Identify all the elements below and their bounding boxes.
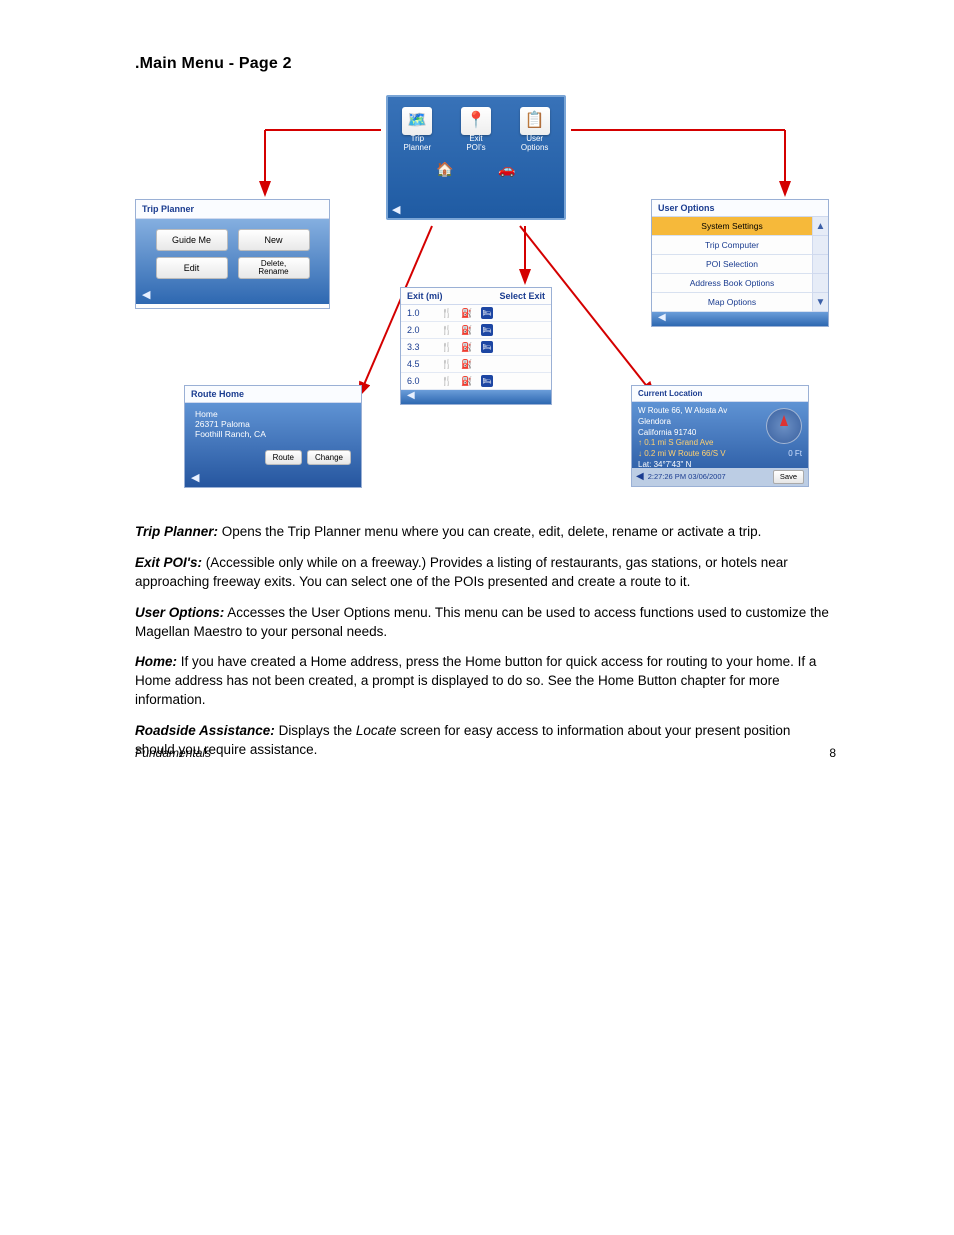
new-button[interactable]: New bbox=[238, 229, 310, 251]
trip-planner-title: Trip Planner bbox=[136, 200, 329, 219]
back-icon[interactable]: ◀ bbox=[191, 471, 199, 484]
home-name: Home bbox=[195, 409, 351, 419]
user-options-screenshot: User Options System Settings▲ Trip Compu… bbox=[651, 199, 829, 327]
user-options-icon[interactable]: 📋 User Options bbox=[520, 107, 550, 153]
label: User Options bbox=[521, 135, 549, 153]
back-icon[interactable]: ◀ bbox=[658, 312, 666, 323]
trip-planner-icon[interactable]: 🗺️ Trip Planner bbox=[402, 107, 432, 153]
current-location-screenshot: Current Location W Route 66, W Alosta Av… bbox=[631, 385, 809, 487]
exit-row[interactable]: 6.0🍴⛽🛏 bbox=[401, 373, 551, 390]
route-home-screenshot: Route Home Home 26371 Paloma Foothill Ra… bbox=[184, 385, 362, 488]
scroll-down-icon[interactable]: ▼ bbox=[812, 293, 828, 312]
back-icon[interactable]: ◀ bbox=[636, 470, 644, 484]
term-home: Home: bbox=[135, 654, 177, 669]
exit-row[interactable]: 3.3🍴⛽🛏 bbox=[401, 339, 551, 356]
option-map-options[interactable]: Map Options bbox=[652, 293, 812, 312]
home-addr1: 26371 Paloma bbox=[195, 419, 351, 429]
page-title: .Main Menu - Page 2 bbox=[135, 55, 829, 73]
main-menu-screenshot: 🗺️ Trip Planner 📍 Exit POI's 📋 User Opti… bbox=[386, 95, 566, 220]
locate-word: Locate bbox=[356, 723, 397, 738]
roadside-icon[interactable]: 🚗 bbox=[493, 159, 521, 181]
exit-col2: Select Exit bbox=[499, 291, 545, 301]
exit-row[interactable]: 1.0🍴⛽🛏 bbox=[401, 305, 551, 322]
footer-section: Fundamentals bbox=[135, 746, 211, 760]
save-button[interactable]: Save bbox=[773, 470, 804, 484]
exit-pois-icon[interactable]: 📍 Exit POI's bbox=[461, 107, 491, 153]
exit-col1: Exit (mi) bbox=[407, 291, 443, 301]
delete-rename-button[interactable]: Delete, Rename bbox=[238, 257, 310, 279]
option-system-settings[interactable]: System Settings bbox=[652, 217, 812, 236]
exit-poi-screenshot: Exit (mi) Select Exit 1.0🍴⛽🛏 2.0🍴⛽🛏 3.3🍴… bbox=[400, 287, 552, 405]
route-home-title: Route Home bbox=[185, 386, 361, 403]
exit-row[interactable]: 4.5🍴⛽ bbox=[401, 356, 551, 373]
option-trip-computer[interactable]: Trip Computer bbox=[652, 236, 812, 255]
edit-button[interactable]: Edit bbox=[156, 257, 228, 279]
option-address-book[interactable]: Address Book Options bbox=[652, 274, 812, 293]
loc-near2: ↓ 0.2 mi W Route 66/S V bbox=[638, 449, 726, 460]
home-icon[interactable]: 🏠 bbox=[431, 159, 459, 181]
term-roadside: Roadside Assistance: bbox=[135, 723, 275, 738]
footer-page-number: 8 bbox=[829, 746, 836, 760]
term-trip-planner: Trip Planner: bbox=[135, 524, 218, 539]
option-poi-selection[interactable]: POI Selection bbox=[652, 255, 812, 274]
elevation: 0 Ft bbox=[788, 449, 802, 460]
term-user-options: User Options: bbox=[135, 605, 224, 620]
trip-planner-screenshot: Trip Planner Guide Me New Edit Delete, R… bbox=[135, 199, 330, 309]
user-options-title: User Options bbox=[652, 200, 828, 217]
route-button[interactable]: Route bbox=[265, 450, 302, 465]
page-footer: Fundamentals 8 bbox=[135, 746, 836, 760]
description-text: Trip Planner: Opens the Trip Planner men… bbox=[135, 523, 829, 760]
back-icon[interactable]: ◀ bbox=[407, 390, 415, 401]
exit-row[interactable]: 2.0🍴⛽🛏 bbox=[401, 322, 551, 339]
home-addr2: Foothill Ranch, CA bbox=[195, 429, 351, 439]
label: Trip Planner bbox=[404, 135, 432, 153]
guide-me-button[interactable]: Guide Me bbox=[156, 229, 228, 251]
current-location-title: Current Location bbox=[632, 386, 808, 402]
timestamp: 2:27:26 PM 03/06/2007 bbox=[648, 472, 726, 482]
label: Exit POI's bbox=[466, 135, 485, 153]
term-exit-pois: Exit POI's: bbox=[135, 555, 202, 570]
diagram-area: 🗺️ Trip Planner 📍 Exit POI's 📋 User Opti… bbox=[135, 95, 829, 495]
scroll-up-icon[interactable]: ▲ bbox=[812, 217, 828, 236]
back-icon[interactable]: ◀ bbox=[392, 203, 400, 216]
back-icon[interactable]: ◀ bbox=[142, 288, 150, 301]
change-button[interactable]: Change bbox=[307, 450, 351, 465]
compass-icon bbox=[766, 408, 802, 444]
